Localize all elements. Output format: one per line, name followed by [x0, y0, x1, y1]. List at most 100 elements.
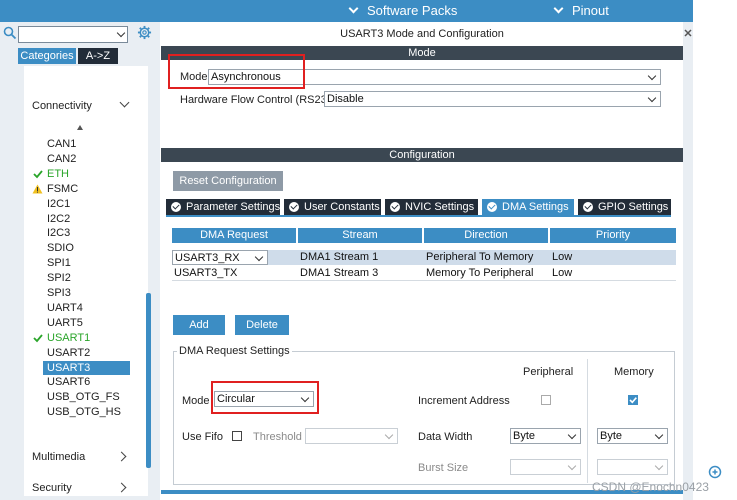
check-circle-icon	[171, 202, 181, 212]
periph-data-width-value: Byte	[513, 430, 536, 442]
cell-direction: Peripheral To Memory	[426, 251, 534, 263]
right-splitter[interactable]	[683, 22, 693, 500]
list-item[interactable]: USB_OTG_HS	[47, 405, 121, 419]
pinout-menu[interactable]: Pinout	[553, 3, 609, 18]
mem-burst-select[interactable]	[597, 459, 668, 475]
list-item[interactable]: FSMC	[47, 182, 78, 196]
list-item[interactable]: I2C2	[47, 212, 70, 226]
hfc-select-value: Disable	[327, 93, 364, 105]
list-item[interactable]: CAN2	[47, 152, 76, 166]
search-icon[interactable]	[3, 26, 17, 40]
tab-parameter-settings[interactable]: Parameter Settings	[166, 199, 280, 215]
tab-gpio-settings[interactable]: GPIO Settings	[578, 199, 671, 215]
tab-label: Parameter Settings	[186, 201, 281, 213]
list-item[interactable]: SPI3	[47, 286, 71, 300]
watermark: CSDN @Enochn0423	[592, 480, 709, 494]
chevron-right-icon[interactable]	[116, 451, 127, 462]
column-divider	[587, 359, 588, 483]
list-item[interactable]: USART1	[47, 331, 90, 345]
list-item[interactable]: SPI1	[47, 256, 71, 270]
highlight-box	[168, 54, 305, 89]
category-multimedia[interactable]: Multimedia	[32, 451, 85, 463]
list-item[interactable]: UART4	[47, 301, 83, 315]
check-circle-icon	[487, 202, 497, 212]
search-combo[interactable]	[18, 26, 128, 43]
hfc-label: Hardware Flow Control (RS232)	[180, 94, 337, 106]
tab-categories[interactable]: Categories	[18, 48, 76, 64]
list-item[interactable]: ETH	[47, 167, 69, 181]
check-icon	[33, 334, 43, 343]
category-tree: Connectivity CAN1 CAN2 ETH FSMC I2C1 I2C2 I2C3…	[24, 66, 148, 496]
app-window: Software Packs Pinout Categories A->Z Co…	[0, 0, 737, 500]
threshold-select[interactable]	[305, 428, 398, 444]
reset-configuration-button[interactable]: Reset Configuration	[173, 171, 283, 191]
warning-icon	[32, 184, 43, 194]
list-item[interactable]: I2C1	[47, 197, 70, 211]
category-connectivity[interactable]: Connectivity	[32, 100, 92, 112]
table-row[interactable]: USART3_RX DMA1 Stream 1 Peripheral To Me…	[172, 250, 676, 265]
burst-size-label: Burst Size	[418, 462, 469, 474]
check-icon	[33, 170, 43, 179]
tab-a-to-z[interactable]: A->Z	[78, 48, 118, 64]
use-fifo-checkbox[interactable]	[232, 431, 242, 441]
chevron-down-icon	[647, 93, 657, 103]
list-item[interactable]: I2C3	[47, 226, 70, 240]
tab-nvic-settings[interactable]: NVIC Settings	[385, 199, 478, 215]
chevron-down-icon	[567, 461, 577, 471]
list-item[interactable]: SPI2	[47, 271, 71, 285]
list-item[interactable]: SDIO	[47, 241, 74, 255]
use-fifo-label: Use Fifo	[182, 431, 223, 443]
chevron-right-icon[interactable]	[116, 482, 127, 493]
category-security[interactable]: Security	[32, 482, 72, 494]
list-item[interactable]: USART3	[47, 361, 90, 375]
right-margin	[693, 0, 737, 500]
checkmark-icon	[629, 397, 637, 404]
gear-icon[interactable]	[137, 25, 152, 40]
tab-label: GPIO Settings	[598, 201, 669, 213]
list-item[interactable]: USB_OTG_FS	[47, 390, 120, 404]
delete-button[interactable]: Delete	[235, 315, 289, 335]
cell-dma-request: USART3_TX	[174, 267, 238, 279]
top-menu-bar: Software Packs Pinout	[0, 0, 737, 22]
cell-stream: DMA1 Stream 3	[300, 267, 379, 279]
collapse-arrows-icon	[684, 29, 692, 37]
list-item[interactable]: UART5	[47, 316, 83, 330]
list-item[interactable]: CAN1	[47, 137, 76, 151]
tree-scrollbar[interactable]	[146, 293, 151, 468]
cell-dma-request: USART3_RX	[175, 252, 240, 264]
table-row[interactable]: USART3_TX DMA1 Stream 3 Memory To Periph…	[172, 266, 676, 281]
add-button[interactable]: Add	[173, 315, 225, 335]
column-header-dma-request: DMA Request	[172, 228, 296, 243]
dma-mode-label: Mode	[182, 395, 210, 407]
cell-direction: Memory To Peripheral	[426, 267, 534, 279]
threshold-label: Threshold	[253, 431, 302, 443]
periph-data-width-select[interactable]: Byte	[510, 428, 581, 444]
periph-increment-checkbox[interactable]	[541, 395, 551, 405]
mem-increment-checkbox[interactable]	[628, 395, 638, 405]
dma-request-settings-legend: DMA Request Settings	[177, 345, 292, 357]
chevron-down-icon	[654, 461, 664, 471]
dma-request-select[interactable]: USART3_RX	[172, 250, 268, 265]
tab-user-constants[interactable]: User Constants	[284, 199, 381, 215]
check-circle-icon	[289, 202, 299, 212]
check-circle-icon	[390, 202, 400, 212]
highlight-box	[211, 381, 319, 414]
cell-stream: DMA1 Stream 1	[300, 251, 379, 263]
software-packs-menu[interactable]: Software Packs	[348, 3, 458, 18]
pinout-label: Pinout	[572, 3, 609, 18]
cell-priority: Low	[552, 267, 573, 279]
mem-data-width-select[interactable]: Byte	[597, 428, 668, 444]
zoom-in-icon[interactable]	[708, 465, 724, 481]
mem-data-width-value: Byte	[600, 430, 623, 442]
periph-burst-select[interactable]	[510, 459, 581, 475]
chevron-down-icon[interactable]	[119, 97, 130, 108]
check-circle-icon	[583, 202, 593, 212]
chevron-down-icon	[647, 71, 657, 81]
tab-label: DMA Settings	[502, 201, 569, 213]
list-item[interactable]: USART6	[47, 375, 90, 389]
software-packs-label: Software Packs	[367, 3, 458, 18]
tab-dma-settings[interactable]: DMA Settings	[482, 199, 574, 215]
hfc-select[interactable]: Disable	[324, 91, 661, 107]
chevron-down-icon	[654, 430, 664, 440]
list-item[interactable]: USART2	[47, 346, 90, 360]
